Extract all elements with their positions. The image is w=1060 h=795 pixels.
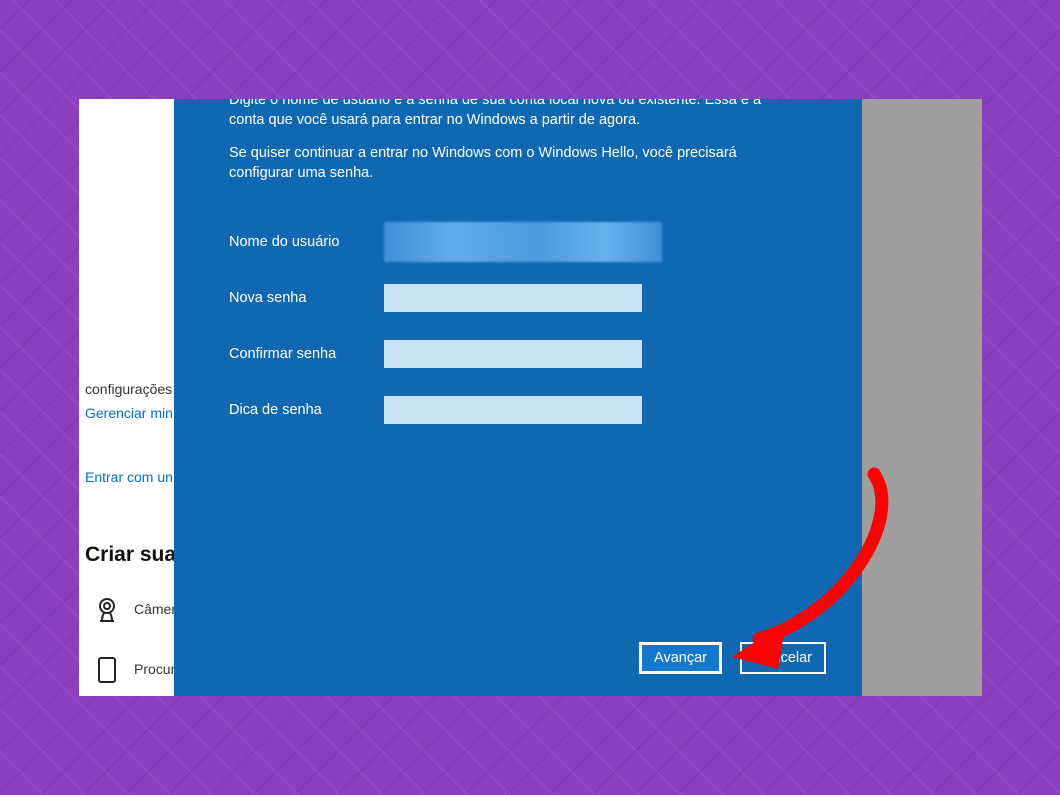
settings-item-camera-label[interactable]: Câmer bbox=[134, 601, 176, 617]
local-account-form: Nome do usuário Nova senha Confirmar sen… bbox=[229, 214, 662, 438]
settings-item-browse-label[interactable]: Procur bbox=[134, 661, 175, 677]
label-new-password: Nova senha bbox=[229, 290, 384, 306]
settings-heading-create: Criar sua i bbox=[85, 543, 188, 567]
local-account-dialog: Digite o nome de usuário e a senha de su… bbox=[174, 99, 862, 696]
settings-link-signin[interactable]: Entrar com un bbox=[85, 469, 173, 485]
row-password-hint: Dica de senha bbox=[229, 382, 662, 438]
settings-text-configurations: configurações bbox=[85, 381, 172, 397]
username-field-redacted[interactable] bbox=[384, 222, 662, 262]
dialog-paragraph-1: Digite o nome de usuário e a senha de su… bbox=[229, 99, 800, 130]
dialog-button-row: Avançar Cancelar bbox=[639, 642, 826, 674]
confirm-password-field[interactable] bbox=[384, 340, 642, 368]
row-confirm-password: Confirmar senha bbox=[229, 326, 662, 382]
row-username: Nome do usuário bbox=[229, 214, 662, 270]
camera-icon bbox=[94, 596, 120, 627]
next-button[interactable]: Avançar bbox=[639, 642, 722, 674]
label-password-hint: Dica de senha bbox=[229, 402, 384, 418]
row-new-password: Nova senha bbox=[229, 270, 662, 326]
new-password-field[interactable] bbox=[384, 284, 642, 312]
label-confirm-password: Confirmar senha bbox=[229, 346, 384, 362]
settings-link-manage[interactable]: Gerenciar min bbox=[85, 405, 173, 421]
screenshot-canvas: configurações Gerenciar min Entrar com u… bbox=[79, 99, 982, 696]
dialog-paragraph-2: Se quiser continuar a entrar no Windows … bbox=[229, 144, 800, 183]
password-hint-field[interactable] bbox=[384, 396, 642, 424]
label-username: Nome do usuário bbox=[229, 234, 384, 250]
browse-folder-icon bbox=[94, 654, 120, 689]
page-frame: configurações Gerenciar min Entrar com u… bbox=[0, 0, 1060, 795]
cancel-button[interactable]: Cancelar bbox=[740, 642, 826, 674]
